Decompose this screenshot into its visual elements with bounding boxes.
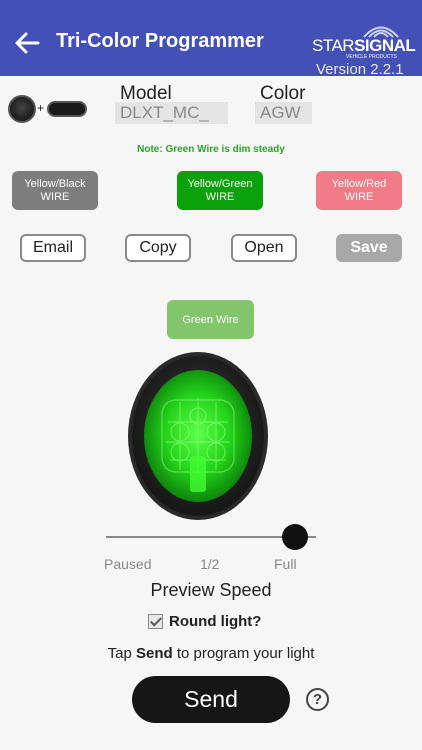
round-light-toggle[interactable]: Round light? bbox=[148, 611, 261, 631]
model-field[interactable]: DLXT_MC_ bbox=[115, 102, 228, 124]
light-preview bbox=[128, 352, 268, 520]
active-wire-label[interactable]: Green Wire bbox=[167, 300, 254, 339]
speed-slider[interactable] bbox=[106, 524, 316, 550]
oval-light-thumbnail[interactable] bbox=[47, 101, 87, 117]
yellow-red-wire-button[interactable]: Yellow/Red WIRE bbox=[316, 171, 402, 210]
save-button[interactable]: Save bbox=[336, 234, 402, 262]
yellow-black-wire-button[interactable]: Yellow/Black WIRE bbox=[12, 171, 98, 210]
round-light-checkbox[interactable] bbox=[148, 613, 163, 629]
plus-sign: + bbox=[37, 101, 45, 115]
wire-note: Note: Green Wire is dim steady bbox=[137, 144, 285, 155]
email-button[interactable]: Email bbox=[20, 234, 86, 262]
copy-button[interactable]: Copy bbox=[125, 234, 191, 262]
help-icon[interactable]: ? bbox=[306, 688, 329, 711]
preview-speed-label: Preview Speed bbox=[150, 580, 272, 600]
speed-tick-paused: Paused bbox=[104, 556, 152, 572]
version-label: Version 2.2.1 bbox=[316, 61, 404, 78]
speed-tick-full: Full bbox=[274, 556, 297, 572]
send-button[interactable]: Send bbox=[132, 676, 290, 723]
color-field[interactable]: AGW bbox=[255, 102, 312, 124]
back-arrow-icon[interactable] bbox=[12, 28, 42, 58]
round-light-label: Round light? bbox=[169, 612, 262, 630]
speed-tick-half: 1/2 bbox=[200, 556, 220, 572]
page-title: Tri-Color Programmer bbox=[56, 30, 264, 52]
star-signal-logo: STARSIGNAL VEHICLE PRODUCTS bbox=[312, 24, 416, 60]
send-instructions: Tap Send to program your light bbox=[107, 645, 315, 662]
speed-slider-knob[interactable] bbox=[282, 524, 308, 550]
yellow-green-wire-button[interactable]: Yellow/Green WIRE bbox=[177, 171, 263, 210]
open-button[interactable]: Open bbox=[231, 234, 297, 262]
round-light-thumbnail[interactable] bbox=[8, 95, 36, 123]
